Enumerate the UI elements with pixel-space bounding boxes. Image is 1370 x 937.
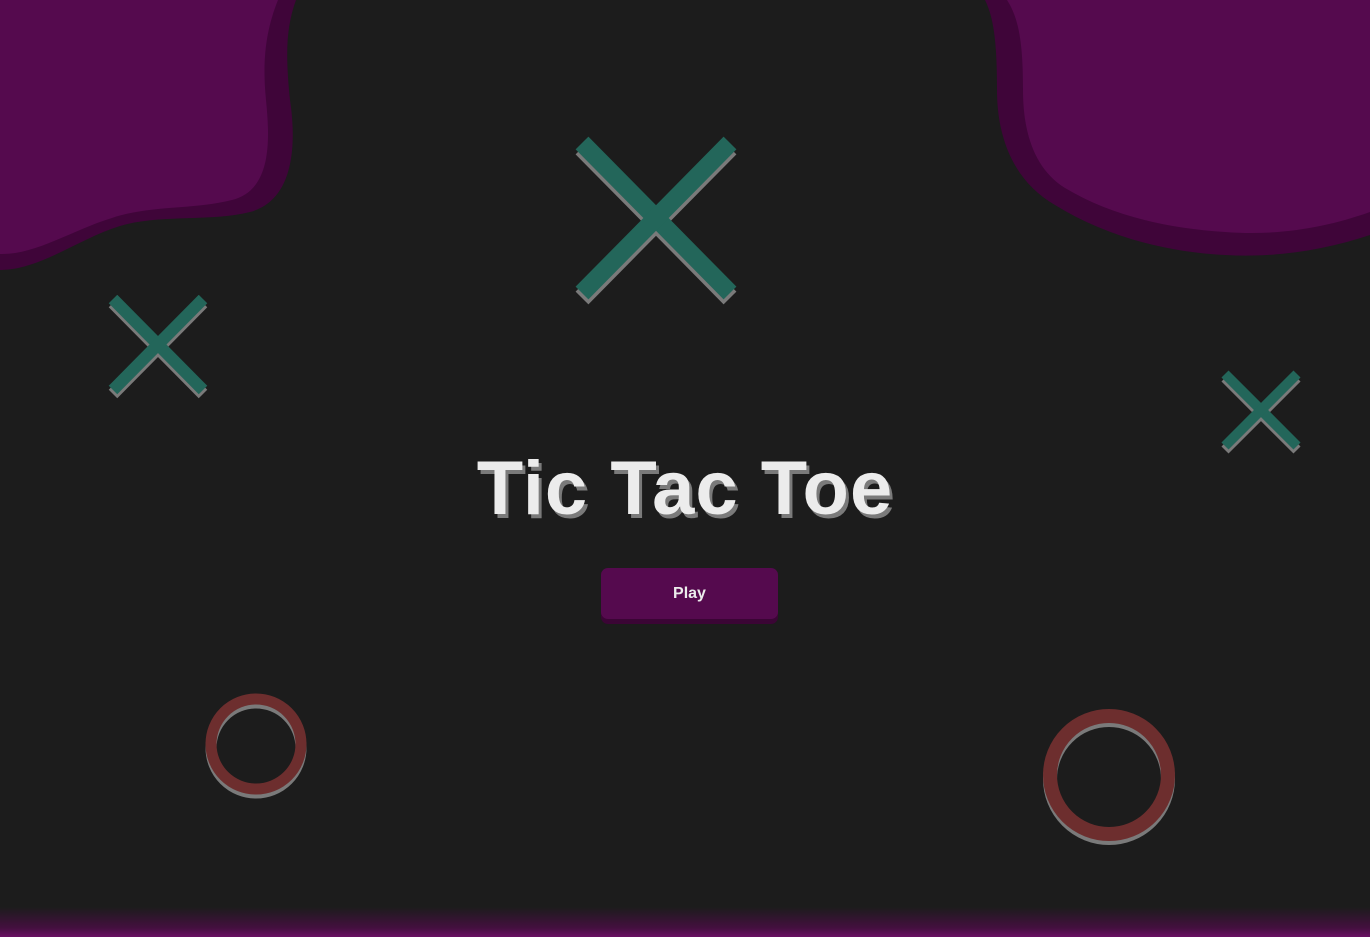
x-mark-icon xyxy=(1221,370,1301,454)
x-mark-icon xyxy=(575,136,737,305)
purple-blob-top-right xyxy=(985,0,1370,256)
x-mark-icon xyxy=(108,295,208,399)
play-button[interactable]: Play xyxy=(601,568,778,619)
o-ring-icon xyxy=(205,693,307,799)
bottom-glow xyxy=(0,907,1370,937)
start-screen: Tic Tac Toe Play xyxy=(0,0,1370,937)
game-title: Tic Tac Toe xyxy=(476,446,894,531)
o-ring-icon xyxy=(1043,709,1175,845)
purple-blob-top-left xyxy=(0,0,296,270)
